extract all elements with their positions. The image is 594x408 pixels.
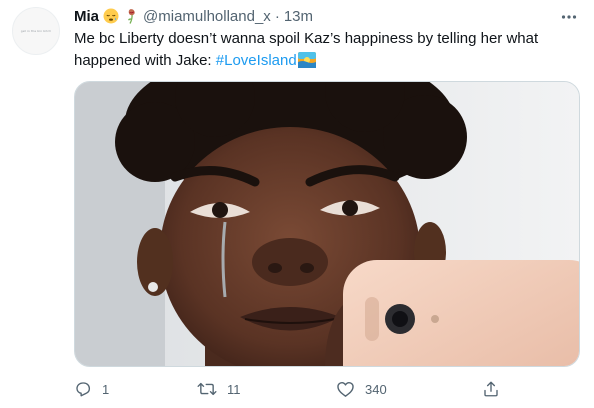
avatar[interactable]: get in the bin bitch xyxy=(12,7,60,55)
tweet-photo[interactable] xyxy=(74,81,580,367)
tweet-actions: 1 11 340 xyxy=(74,377,544,401)
reply-count: 1 xyxy=(102,381,110,397)
timestamp[interactable]: 13m xyxy=(284,8,313,25)
love-island-hashflag-icon xyxy=(297,52,316,68)
retweet-button[interactable]: 11 xyxy=(197,377,241,401)
reply-icon xyxy=(74,380,92,398)
separator: · xyxy=(274,7,280,25)
share-button[interactable] xyxy=(482,377,500,401)
sleepy-face-emoji-icon xyxy=(103,8,119,24)
avatar-caption: get in the bin bitch xyxy=(20,29,52,33)
heart-icon xyxy=(336,380,355,398)
user-handle[interactable]: @miamulholland_x xyxy=(143,8,271,25)
retweet-icon xyxy=(197,380,217,398)
reply-button[interactable]: 1 xyxy=(74,377,109,401)
tweet-header: Mia @miamulholland_x · 13m xyxy=(74,5,313,27)
display-name[interactable]: Mia xyxy=(74,8,99,25)
wilted-rose-emoji-icon xyxy=(123,8,139,24)
retweet-count: 11 xyxy=(227,381,241,397)
like-count: 340 xyxy=(365,381,387,397)
crying-man-selfie-photo xyxy=(75,82,579,366)
more-icon[interactable] xyxy=(558,6,580,28)
tweet[interactable]: get in the bin bitch Mia @miamulholland_… xyxy=(0,0,594,408)
hashtag-link[interactable]: #LoveIsland xyxy=(216,52,297,69)
tweet-text: Me bc Liberty doesn’t wanna spoil Kaz’s … xyxy=(74,28,580,72)
like-button[interactable]: 340 xyxy=(336,377,387,401)
share-icon xyxy=(482,380,500,398)
